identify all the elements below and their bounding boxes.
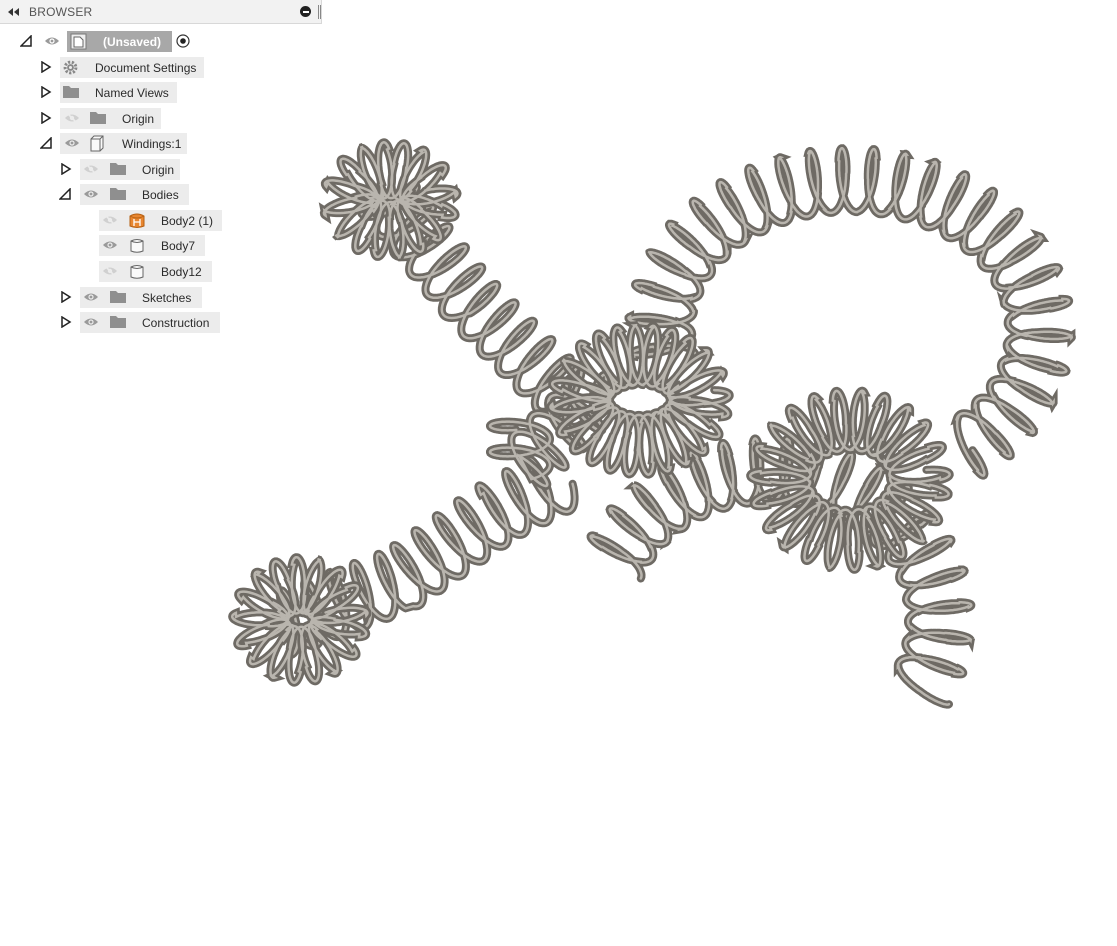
folder-icon [110,163,126,175]
coil-spring-model[interactable] [228,138,1076,709]
tree-item-label: Origin [122,112,155,126]
body-icon [130,239,144,253]
tree-item-label: Sketches [142,291,192,305]
tree-item-body2[interactable]: Body2 (1) [0,209,230,231]
visibility-eye-icon[interactable] [102,238,118,252]
folder-icon [110,291,126,303]
body-icon [130,265,144,279]
tree-item-label: Body12 [161,265,202,279]
tree-item-windings-origin[interactable]: Origin [0,158,210,180]
folder-icon [63,86,79,98]
collapsed-arrow-icon[interactable] [40,86,52,98]
component-doc-icon [70,33,87,50]
hidden-eye-icon[interactable] [64,111,80,125]
panel-grip-icon[interactable] [318,5,321,19]
hidden-eye-icon[interactable] [102,264,118,278]
tree-item-windings[interactable]: Windings:1 [0,132,210,154]
activate-radio-icon[interactable] [176,34,190,48]
tree-item-sketches[interactable]: Sketches [0,286,210,308]
expanded-arrow-icon[interactable] [40,137,52,149]
collapsed-arrow-icon[interactable] [40,112,52,124]
folder-icon [110,188,126,200]
tree-item-bodies[interactable]: Bodies [0,183,210,205]
gear-icon [63,60,78,75]
expanded-arrow-icon[interactable] [59,188,71,200]
hidden-eye-icon[interactable] [83,162,99,176]
visibility-eye-icon[interactable] [64,136,80,150]
browser-header: BROWSER [0,0,322,24]
visibility-eye-icon[interactable] [83,315,99,329]
minimize-panel-icon[interactable] [300,6,311,17]
root-label: (Unsaved) [103,35,162,49]
folder-icon [90,112,106,124]
folder-icon [110,316,126,328]
hidden-eye-icon[interactable] [102,213,118,227]
coil-wire [746,386,954,574]
tree-item-label: Construction [142,316,210,330]
tree-item-origin[interactable]: Origin [0,107,210,129]
tree-item-label: Origin [142,163,175,177]
tree-item-construction[interactable]: Construction [0,311,230,333]
tree-item-label: Named Views [95,86,169,100]
tree-root-unsaved[interactable]: (Unsaved) [0,30,210,52]
body-orange-icon [129,213,145,228]
expanded-arrow-icon[interactable] [20,35,32,47]
collapsed-arrow-icon[interactable] [60,291,72,303]
collapsed-arrow-icon[interactable] [60,316,72,328]
collapsed-arrow-icon[interactable] [40,61,52,73]
browser-title: BROWSER [29,5,93,19]
tree-item-named-views[interactable]: Named Views [0,81,210,103]
collapse-panel-icon[interactable] [6,6,20,18]
visibility-eye-icon[interactable] [83,187,99,201]
tree-item-body7[interactable]: Body7 [0,234,230,256]
visibility-eye-icon[interactable] [44,34,60,48]
tree-item-label: Body7 [161,239,196,253]
tree-item-document-settings[interactable]: Document Settings [0,56,210,78]
collapsed-arrow-icon[interactable] [60,163,72,175]
tree-item-label: Bodies [142,188,179,202]
tree-item-label: Windings:1 [122,137,182,151]
visibility-eye-icon[interactable] [83,290,99,304]
tree-item-label: Body2 (1) [161,214,214,228]
component-icon [90,135,104,152]
tree-item-body12[interactable]: Body12 [0,260,230,282]
tree-item-label: Document Settings [95,61,197,75]
